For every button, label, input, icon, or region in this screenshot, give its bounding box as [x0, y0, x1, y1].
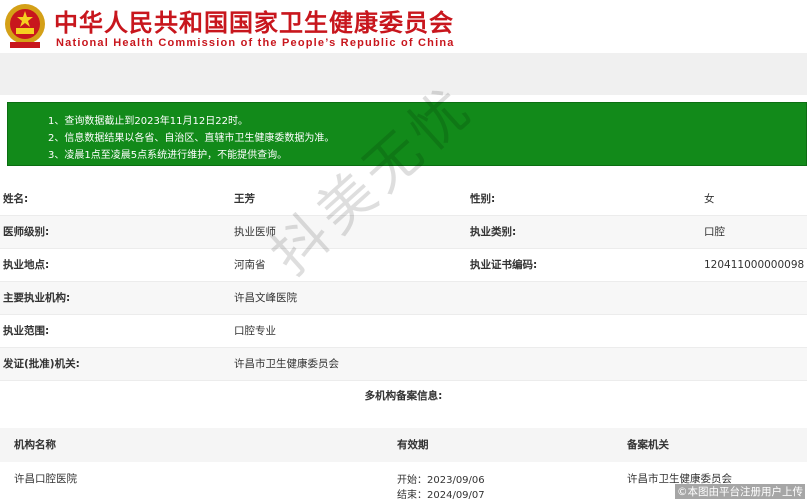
row-issuer: 发证(批准)机关: 许昌市卫生健康委员会: [0, 348, 807, 381]
col-org-name: 机构名称: [14, 439, 56, 451]
col-validity: 有效期: [397, 439, 429, 451]
type-label: 执业类别:: [470, 226, 517, 238]
row-valid-end: 结束：2024/09/07: [397, 490, 485, 501]
row-name: 姓名: 王芳 性别: 女: [0, 183, 807, 216]
top-bar: [0, 53, 807, 95]
name-value: 王芳: [234, 193, 255, 205]
notice-line-1: 1、查询数据截止到2023年11月12日22时。: [48, 116, 248, 127]
level-label: 医师级别:: [3, 226, 50, 238]
cert-value: 120411000000098: [704, 259, 805, 271]
notice-box: 1、查询数据截止到2023年11月12日22时。 2、信息数据结果以各省、自治区…: [7, 102, 807, 166]
national-emblem-icon: [5, 4, 45, 48]
gender-value: 女: [704, 193, 715, 205]
row-scope: 执业范围: 口腔专业: [0, 315, 807, 348]
place-label: 执业地点:: [3, 259, 50, 271]
level-value: 执业医师: [234, 226, 276, 238]
row-valid-start: 开始：2023/09/06: [397, 475, 485, 486]
org-label: 主要执业机构:: [3, 292, 71, 304]
place-value: 河南省: [234, 259, 266, 271]
row-org-name: 许昌口腔医院: [14, 473, 77, 485]
site-title-cn: 中华人民共和国国家卫生健康委员会: [54, 9, 454, 37]
multi-org-title: 多机构备案信息:: [364, 390, 443, 402]
upload-caption: ©本图由平台注册用户上传: [675, 484, 805, 499]
scope-label: 执业范围:: [3, 325, 50, 337]
row-org: 主要执业机构: 许昌文峰医院: [0, 282, 807, 315]
issuer-value: 许昌市卫生健康委员会: [234, 358, 339, 370]
cert-label: 执业证书编码:: [470, 259, 538, 271]
notice-line-3: 3、凌晨1点至凌晨5点系统进行维护，不能提供查询。: [48, 150, 288, 161]
org-value: 许昌文峰医院: [234, 292, 297, 304]
name-label: 姓名:: [3, 193, 29, 205]
col-authority: 备案机关: [627, 439, 669, 451]
row-level: 医师级别: 执业医师 执业类别: 口腔: [0, 216, 807, 249]
multi-org-table-header: 机构名称 有效期 备案机关: [0, 428, 807, 462]
row-place: 执业地点: 河南省 执业证书编码: 120411000000098: [0, 249, 807, 282]
notice-line-2: 2、信息数据结果以各省、自治区、直辖市卫生健康委数据为准。: [48, 133, 335, 144]
type-value: 口腔: [704, 226, 725, 238]
gender-label: 性别:: [470, 193, 496, 205]
scope-value: 口腔专业: [234, 325, 276, 337]
issuer-label: 发证(批准)机关:: [3, 358, 80, 370]
site-header: 中华人民共和国国家卫生健康委员会 National Health Commiss…: [0, 0, 540, 53]
site-title-en: National Health Commission of the People…: [56, 37, 455, 49]
